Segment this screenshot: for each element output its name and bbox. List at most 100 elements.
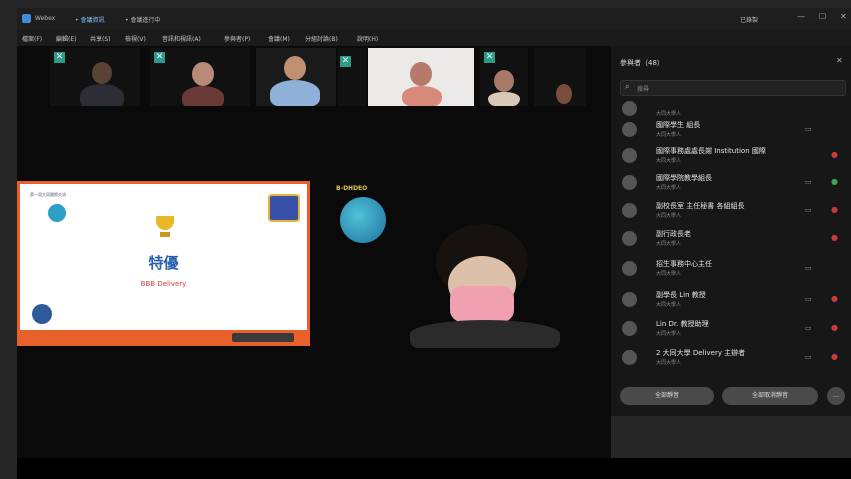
participant-row[interactable]: 副行政長老 大同大學人 ● (617, 227, 849, 252)
participant-search-input[interactable]: ⌕ 搜尋 (620, 80, 846, 96)
face-mask (450, 286, 514, 322)
muted-mic-icon[interactable]: ● (831, 352, 838, 361)
menu-audio-video[interactable]: 音訊和視訊(A) (162, 34, 201, 43)
camera-icon[interactable]: ▭ (805, 178, 812, 186)
camera-icon[interactable]: ▭ (805, 295, 812, 303)
school-logo-icon (32, 304, 52, 324)
participants-panel-title: 參與者（48） (620, 59, 664, 67)
participant-head (284, 56, 306, 80)
participant-row[interactable]: 招生事務中心主任 大同大學人 ▭ (617, 257, 849, 282)
muted-mic-icon[interactable]: ● (831, 150, 838, 159)
participant-org: 大同大學人 (656, 158, 682, 164)
menu-breakout[interactable]: 分組討論(B) (305, 34, 338, 43)
participant-org: 大同大學人 (656, 213, 682, 219)
mute-all-button[interactable]: 全部靜音 (620, 387, 714, 405)
video-tile[interactable]: ✕ (50, 48, 140, 106)
participant-row[interactable]: 國際事務處處長謝 Institution 國際 大同大學人 ● (617, 144, 849, 169)
participant-name: 招生事務中心主任 (656, 260, 712, 268)
globe-icon (340, 197, 386, 243)
participant-body (488, 92, 520, 106)
participant-org: 大同大學人 (656, 241, 682, 247)
participant-avatar (622, 101, 637, 116)
badge-icon (268, 194, 300, 222)
muted-mic-icon[interactable]: ● (831, 233, 838, 242)
video-tile[interactable]: ✕ (150, 48, 250, 106)
tab-meeting-status[interactable]: • 會議進行中 (125, 15, 160, 24)
search-placeholder: 搜尋 (637, 86, 650, 93)
menu-edit[interactable]: 編輯(E) (56, 34, 76, 43)
participant-name: 副行政長老 (656, 230, 691, 238)
muted-mic-icon[interactable]: ● (831, 205, 838, 214)
participant-org: 大同大學人 (656, 185, 682, 191)
participant-head (192, 62, 214, 86)
participant-head (494, 70, 514, 92)
participant-name: 國際學院教學組長 (656, 174, 712, 182)
more-options-button[interactable]: … (827, 387, 845, 405)
participant-name: 國際學生 組長 (656, 121, 701, 129)
maximize-button[interactable]: ☐ (819, 12, 826, 21)
video-tile[interactable]: ✕ (480, 48, 528, 106)
menu-file[interactable]: 檔案(F) (22, 34, 42, 43)
video-tile[interactable] (256, 48, 336, 106)
menu-help[interactable]: 說明(H) (357, 34, 378, 43)
minimize-button[interactable]: — (797, 12, 805, 21)
participant-row[interactable]: 2 大同大學 Delivery 主辦者 大同大學人 ▭ ● (617, 346, 849, 371)
participant-body (270, 80, 320, 106)
camera-icon[interactable]: ▭ (805, 324, 812, 332)
participant-body (402, 86, 442, 106)
participant-avatar (622, 122, 637, 137)
camera-icon[interactable]: ▭ (805, 206, 812, 214)
search-icon: ⌕ (625, 82, 630, 91)
participant-org: 大同大學人 (656, 132, 682, 138)
app-name: Webex (35, 15, 56, 22)
slide-controls[interactable] (232, 333, 294, 342)
active-mic-icon[interactable]: ● (831, 177, 838, 186)
x-mark-icon: ✕ (54, 52, 65, 63)
shared-content-slide[interactable]: 第一屆大同國際交流 特優 BBB Delivery (17, 181, 310, 346)
participant-row[interactable]: 國際學生 組長 大同大學人 ▭ (617, 118, 849, 143)
participant-name: 副校長室 主任秘書 各組組長 (656, 202, 745, 210)
x-mark-icon: ✕ (340, 56, 351, 67)
muted-mic-icon[interactable]: ● (831, 294, 838, 303)
menu-participants[interactable]: 參與者(P) (224, 34, 250, 43)
speaker-video[interactable] (410, 222, 560, 348)
close-button[interactable]: ✕ (840, 12, 847, 21)
webex-meeting-window: Webex • 會議資訊 • 會議進行中 已錄製 — ☐ ✕ 檔案(F) 編輯(… (0, 0, 851, 479)
participant-org: 大同大學人 (656, 302, 682, 308)
participant-name: 2 大同大學 Delivery 主辦者 (656, 349, 746, 357)
participant-name: 副學長 Lin 教授 (656, 291, 706, 299)
participant-head (410, 62, 432, 86)
camera-icon[interactable]: ▭ (805, 353, 812, 361)
unmute-all-button[interactable]: 全部取消靜音 (722, 387, 818, 405)
participant-avatar (622, 175, 637, 190)
participant-row[interactable]: 副校長室 主任秘書 各組組長 大同大學人 ▭ ● (617, 199, 849, 224)
video-tile[interactable]: ✕ (338, 48, 366, 106)
participant-avatar (622, 321, 637, 336)
muted-mic-icon[interactable]: ● (831, 323, 838, 332)
participant-org: 大同大學人 (656, 360, 682, 366)
slide-corner-text: 第一屆大同國際交流 (30, 192, 66, 197)
x-mark-icon: ✕ (154, 52, 165, 63)
participant-row[interactable]: Lin Dr. 教授助理 大同大學人 ▭ ● (617, 317, 849, 342)
participant-row[interactable]: 國際學院教學組長 大同大學人 ▭ ● (617, 171, 849, 196)
participant-head (556, 84, 572, 104)
panel-close-icon[interactable]: ✕ (836, 56, 843, 65)
menu-view[interactable]: 檢視(V) (125, 34, 146, 43)
tab-meeting-info[interactable]: • 會議資訊 (75, 15, 104, 24)
trophy-base-icon (160, 232, 170, 237)
slide-canvas: 第一屆大同國際交流 特優 BBB Delivery (20, 184, 307, 330)
participant-avatar (622, 148, 637, 163)
webex-logo-icon (22, 14, 31, 23)
participant-avatar (622, 261, 637, 276)
participant-row[interactable]: 副學長 Lin 教授 大同大學人 ▭ ● (617, 288, 849, 313)
participant-avatar (622, 350, 637, 365)
camera-icon[interactable]: ▭ (805, 125, 812, 133)
title-bar: Webex • 會議資訊 • 會議進行中 已錄製 — ☐ ✕ (17, 8, 851, 30)
menu-meeting[interactable]: 會議(M) (268, 34, 290, 43)
camera-icon[interactable]: ▭ (805, 264, 812, 272)
participant-org: 大同大學人 (656, 271, 682, 277)
video-tile[interactable] (534, 48, 586, 106)
menu-share[interactable]: 共享(S) (90, 34, 111, 43)
video-tile[interactable] (368, 48, 474, 106)
recording-status: 已錄製 (740, 17, 759, 24)
